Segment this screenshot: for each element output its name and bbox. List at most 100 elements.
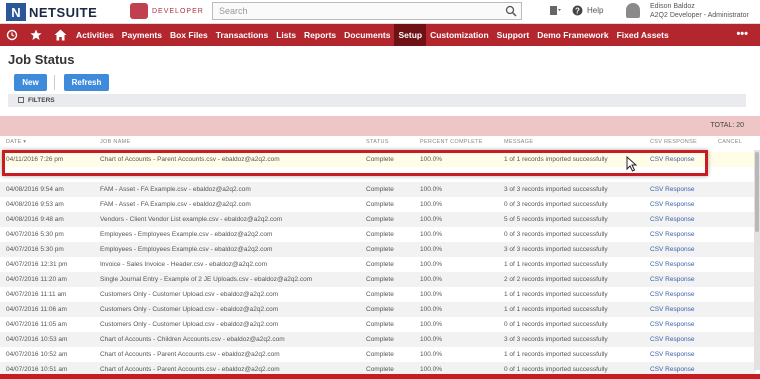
row-job-name: Employees - Employees Example.csv - ebal…: [100, 246, 273, 253]
row-job-name: Single Journal Entry - Example of 2 JE U…: [100, 276, 313, 283]
table-row[interactable]: 04/07/2016 10:52 am Chart of Accounts - …: [0, 347, 756, 362]
top-icons: ? Help: [548, 4, 613, 17]
row-message: 1 of 1 records imported successfully: [504, 291, 608, 298]
column-header-status[interactable]: STATUS: [366, 139, 389, 149]
row-csv-link[interactable]: CSV Response: [650, 231, 694, 238]
svg-text:?: ?: [575, 6, 580, 15]
row-message: 0 of 3 records imported successfully: [504, 231, 608, 238]
row-csv-link[interactable]: CSV Response: [650, 201, 694, 208]
row-message: 3 of 3 records imported successfully: [504, 246, 608, 253]
row-csv-link[interactable]: CSV Response: [650, 246, 694, 253]
row-message: 1 of 1 records imported successfully: [504, 351, 608, 358]
table-row[interactable]: 04/07/2016 10:53 am Chart of Accounts - …: [0, 332, 756, 347]
column-header-date[interactable]: DATE ▾: [6, 139, 26, 149]
row-csv-link[interactable]: CSV Response: [650, 276, 694, 283]
new-button[interactable]: New: [14, 74, 47, 91]
row-percent: 100.0%: [420, 186, 443, 193]
table-row[interactable]: 04/08/2016 9:54 am FAM - Asset - FA Exam…: [0, 182, 756, 197]
table-row[interactable]: 04/07/2016 11:06 am Customers Only - Cus…: [0, 302, 756, 317]
row-status: Complete: [366, 216, 394, 223]
column-header-percent[interactable]: PERCENT COMPLETE: [420, 139, 483, 149]
column-header-job-name[interactable]: JOB NAME: [100, 139, 131, 149]
row-status: Complete: [366, 186, 394, 193]
netsuite-logo-icon: N: [6, 3, 26, 21]
mouse-cursor-icon: [626, 156, 638, 172]
recent-icon[interactable]: [0, 24, 24, 46]
table-row[interactable]: 04/07/2016 11:20 am Single Journal Entry…: [0, 272, 756, 287]
search-placeholder: Search: [219, 6, 248, 16]
table-row[interactable]: 04/08/2016 9:48 am Vendors - Client Vend…: [0, 212, 756, 227]
table-row[interactable]: 04/07/2016 11:05 am Customers Only - Cus…: [0, 317, 756, 332]
table-row[interactable]: 04/07/2016 11:11 am Customers Only - Cus…: [0, 287, 756, 302]
column-header-message[interactable]: MESSAGE: [504, 139, 533, 149]
row-date: 04/08/2016 9:48 am: [6, 216, 64, 223]
nav-more-menu[interactable]: •••: [736, 28, 748, 40]
row-job-name: FAM - Asset - FA Example.csv - ebaldoz@a…: [100, 201, 251, 208]
highlight-annotation: [2, 150, 708, 176]
row-csv-link[interactable]: CSV Response: [650, 306, 694, 313]
nav-support[interactable]: Support: [493, 24, 534, 46]
nav-reports[interactable]: Reports: [300, 24, 340, 46]
nav-activities[interactable]: Activities: [72, 24, 118, 46]
row-csv-link[interactable]: CSV Response: [650, 261, 694, 268]
row-percent: 100.0%: [420, 306, 443, 313]
nav-payments[interactable]: Payments: [118, 24, 166, 46]
row-status: Complete: [366, 276, 394, 283]
nav-demo-framework[interactable]: Demo Framework: [533, 24, 612, 46]
refresh-button[interactable]: Refresh: [64, 74, 109, 91]
row-csv-link[interactable]: CSV Response: [650, 351, 694, 358]
search-icon[interactable]: [505, 5, 517, 17]
star-icon[interactable]: [24, 24, 48, 46]
search-input[interactable]: Search: [212, 2, 522, 20]
row-csv-link[interactable]: CSV Response: [650, 186, 694, 193]
row-date: 04/07/2016 5:30 pm: [6, 246, 64, 253]
main-nav: Activities Payments Box Files Transactio…: [0, 24, 760, 46]
column-header-cancel[interactable]: CANCEL: [718, 139, 742, 149]
row-status: Complete: [366, 261, 394, 268]
row-percent: 100.0%: [420, 321, 443, 328]
scrollbar-thumb[interactable]: [755, 152, 759, 232]
row-message: 1 of 1 records imported successfully: [504, 261, 608, 268]
row-message: 3 of 3 records imported successfully: [504, 336, 608, 343]
nav-lists[interactable]: Lists: [272, 24, 300, 46]
row-csv-link[interactable]: CSV Response: [650, 336, 694, 343]
row-percent: 100.0%: [420, 366, 443, 373]
table-row[interactable]: 04/08/2016 9:53 am FAM - Asset - FA Exam…: [0, 197, 756, 212]
home-icon[interactable]: [48, 24, 72, 46]
row-percent: 100.0%: [420, 201, 443, 208]
nav-customization[interactable]: Customization: [426, 24, 493, 46]
total-count: TOTAL: 20: [710, 122, 744, 129]
row-status: Complete: [366, 291, 394, 298]
table-row[interactable]: 04/07/2016 12:31 pm Invoice - Sales Invo…: [0, 257, 756, 272]
help-button[interactable]: ? Help: [572, 5, 603, 16]
recent-records-icon[interactable]: [548, 4, 562, 17]
nav-documents[interactable]: Documents: [340, 24, 394, 46]
row-csv-link[interactable]: CSV Response: [650, 291, 694, 298]
filters-toggle[interactable]: FILTERS: [8, 94, 746, 107]
expand-filters-icon: [18, 97, 24, 104]
row-percent: 100.0%: [420, 351, 443, 358]
user-name: Edison Baldoz: [650, 3, 695, 10]
nav-transactions[interactable]: Transactions: [212, 24, 272, 46]
row-date: 04/07/2016 11:11 am: [6, 291, 67, 298]
row-job-name: Customers Only - Customer Upload.csv - e…: [100, 291, 279, 298]
row-job-name: Chart of Accounts - Children Accounts.cs…: [100, 336, 285, 343]
row-percent: 100.0%: [420, 276, 443, 283]
user-menu[interactable]: Edison Baldoz A2Q2 Developer - Administr…: [650, 2, 749, 20]
row-status: Complete: [366, 231, 394, 238]
nav-setup[interactable]: Setup: [394, 24, 427, 46]
netsuite-logo[interactable]: N NETSUITE: [6, 3, 97, 21]
table-row[interactable]: 04/07/2016 5:30 pm Employees - Employees…: [0, 227, 756, 242]
nav-box-files[interactable]: Box Files: [166, 24, 212, 46]
table-row[interactable]: 04/07/2016 5:30 pm Employees - Employees…: [0, 242, 756, 257]
row-csv-link[interactable]: CSV Response: [650, 366, 694, 373]
row-status: Complete: [366, 321, 394, 328]
row-date: 04/07/2016 11:05 am: [6, 321, 67, 328]
column-header-csv[interactable]: CSV RESPONSE: [650, 139, 697, 149]
row-csv-link[interactable]: CSV Response: [650, 321, 694, 328]
developer-label: DEVELOPER: [152, 7, 204, 15]
row-csv-link[interactable]: CSV Response: [650, 216, 694, 223]
row-job-name: Vendors - Client Vendor List example.csv…: [100, 216, 283, 223]
avatar[interactable]: [626, 3, 640, 18]
nav-fixed-assets[interactable]: Fixed Assets: [613, 24, 673, 46]
